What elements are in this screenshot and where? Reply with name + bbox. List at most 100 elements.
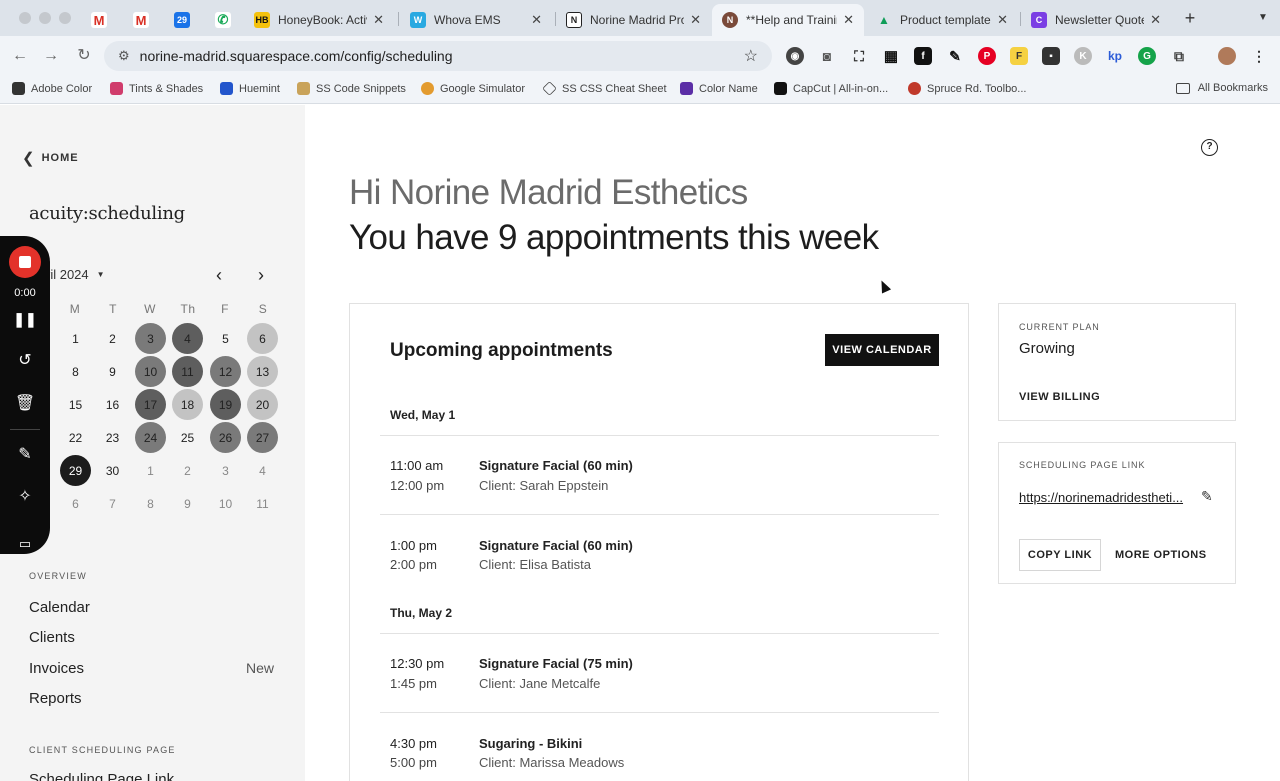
calendar-day[interactable]: 1	[60, 323, 91, 354]
calendar-day[interactable]: 4	[172, 323, 203, 354]
bookmark-ss-css-cheat-sheet[interactable]: SS CSS Cheat Sheet	[542, 81, 667, 96]
close-tab-icon[interactable]: ✕	[843, 12, 854, 28]
calendar-day[interactable]: 15	[60, 389, 91, 420]
calendar-day-today[interactable]: 29	[60, 455, 91, 486]
calendar-day[interactable]: 7	[97, 488, 128, 519]
all-bookmarks[interactable]: All Bookmarks	[1175, 82, 1268, 94]
close-tab-icon[interactable]: ✕	[531, 12, 542, 28]
next-month-icon[interactable]: ›	[258, 265, 264, 286]
extension-icon[interactable]: kp	[1106, 47, 1124, 65]
tab-newsletter[interactable]: C Newsletter Quote ✕	[1021, 4, 1171, 36]
sidebar-item-invoices[interactable]: Invoices	[29, 660, 84, 677]
calendar-day[interactable]: 26	[210, 422, 241, 453]
calendar-day[interactable]: 27	[247, 422, 278, 453]
calendar-day[interactable]: 25	[172, 422, 203, 453]
calendar-day[interactable]: 24	[135, 422, 166, 453]
font-extension-icon[interactable]: f	[914, 47, 932, 65]
back-icon[interactable]: ←	[10, 46, 30, 66]
view-billing-link[interactable]: VIEW BILLING	[1019, 391, 1100, 403]
help-icon[interactable]: ?	[1201, 139, 1218, 156]
calendar-day[interactable]: 20	[247, 389, 278, 420]
extension-icon[interactable]: ▪	[1042, 47, 1060, 65]
home-link[interactable]: ❮ HOME	[22, 149, 79, 167]
previous-month-icon[interactable]: ‹	[216, 265, 222, 286]
new-tab-icon[interactable]: +	[1180, 8, 1200, 29]
calendar-day[interactable]: 3	[210, 455, 241, 486]
address-bar[interactable]: ⚙ norine-madrid.squarespace.com/config/s…	[104, 41, 772, 71]
calendar-day[interactable]: 2	[172, 455, 203, 486]
tab-product-templates[interactable]: ▲ Product template ✕	[866, 4, 1018, 36]
calendar-day[interactable]: 8	[60, 356, 91, 387]
calendar-day[interactable]: 16	[97, 389, 128, 420]
bookmark-ss-code-snippets[interactable]: SS Code Snippets	[297, 82, 406, 95]
fonts-ninja-icon[interactable]: F	[1010, 47, 1028, 65]
calendar-day[interactable]: 8	[135, 488, 166, 519]
tab-gmail[interactable]: M	[82, 4, 116, 36]
grammarly-icon[interactable]: G	[1138, 47, 1156, 65]
calendar-day[interactable]: 9	[172, 488, 203, 519]
edit-pencil-icon[interactable]: ✎	[1201, 488, 1213, 505]
bookmark-spruce-rd[interactable]: Spruce Rd. Toolbo...	[908, 82, 1026, 95]
calendar-day[interactable]: 12	[210, 356, 241, 387]
bookmark-tints-shades[interactable]: Tints & Shades	[110, 82, 203, 95]
bookmark-star-icon[interactable]: ☆	[744, 46, 758, 66]
sidebar-item-scheduling-page-link[interactable]: Scheduling Page Link	[29, 771, 174, 781]
grid-apps-icon[interactable]: ▦	[882, 47, 900, 65]
stop-recording-button[interactable]	[9, 246, 41, 278]
bookmark-adobe-color[interactable]: Adobe Color	[12, 82, 92, 95]
month-selector[interactable]: ril 2024 ▼	[46, 267, 105, 282]
pause-icon[interactable]: ❚❚	[0, 311, 50, 328]
calendar-day[interactable]: 6	[60, 488, 91, 519]
scheduling-page-url[interactable]: https://norinemadridestheti...	[1019, 490, 1197, 505]
bookmark-color-name[interactable]: Color Name	[680, 82, 758, 95]
effects-icon[interactable]: ✧	[0, 486, 50, 506]
close-window-icon[interactable]	[19, 12, 31, 24]
calendar-day[interactable]: 2	[97, 323, 128, 354]
forward-icon[interactable]: →	[41, 46, 61, 66]
bookmark-capcut[interactable]: CapCut | All-in-on...	[774, 82, 888, 95]
site-info-icon[interactable]: ⚙	[118, 48, 130, 64]
calendar-day[interactable]: 6	[247, 323, 278, 354]
trash-icon[interactable]: 🗑	[0, 393, 50, 413]
copy-link-button[interactable]: COPY LINK	[1019, 539, 1101, 571]
sidebar-item-clients[interactable]: Clients	[29, 629, 75, 646]
tab-notion[interactable]: N Norine Madrid Pro ✕	[556, 4, 711, 36]
tab-help-and-training[interactable]: N **Help and Trainin ✕	[712, 4, 864, 36]
maximize-window-icon[interactable]	[59, 12, 71, 24]
calendar-day[interactable]: 13	[247, 356, 278, 387]
profile-avatar-icon[interactable]	[1218, 47, 1236, 65]
close-tab-icon[interactable]: ✕	[1150, 12, 1161, 28]
bookmark-google-simulator[interactable]: Google Simulator	[421, 82, 525, 95]
calendar-day[interactable]: 11	[247, 488, 278, 519]
calendar-day[interactable]: 10	[210, 488, 241, 519]
close-tab-icon[interactable]: ✕	[690, 12, 701, 28]
calendar-day[interactable]: 5	[210, 323, 241, 354]
eyedropper-icon[interactable]: ✎	[946, 47, 964, 65]
calendar-day[interactable]: 17	[135, 389, 166, 420]
tab-whova[interactable]: W Whova EMS ✕	[400, 4, 552, 36]
sidebar-item-calendar[interactable]: Calendar	[29, 599, 90, 616]
tab-gmail-2[interactable]: M	[124, 4, 158, 36]
browser-menu-icon[interactable]: ⋮	[1250, 47, 1268, 65]
screen-capture-icon[interactable]: ⛶	[850, 47, 868, 65]
pinterest-icon[interactable]: P	[978, 47, 996, 65]
reload-icon[interactable]: ↻	[74, 46, 94, 66]
tab-honeybook[interactable]: HB HoneyBook: Activ ✕	[244, 4, 394, 36]
close-tab-icon[interactable]: ✕	[373, 12, 384, 28]
calendar-day[interactable]: 9	[97, 356, 128, 387]
pen-icon[interactable]: ✎	[0, 444, 50, 464]
calendar-day[interactable]: 19	[210, 389, 241, 420]
extensions-puzzle-icon[interactable]: ⧉	[1170, 47, 1188, 65]
tab-google-calendar[interactable]: 29	[165, 4, 199, 36]
calendar-day[interactable]: 23	[97, 422, 128, 453]
calendar-day[interactable]: 4	[247, 455, 278, 486]
camera-icon[interactable]: ◙	[818, 47, 836, 65]
camera-icon[interactable]: ▭	[0, 536, 50, 552]
restart-icon[interactable]: ↺	[0, 350, 50, 370]
sidebar-item-reports[interactable]: Reports	[29, 690, 82, 707]
minimize-window-icon[interactable]	[39, 12, 51, 24]
calendar-day[interactable]: 30	[97, 455, 128, 486]
more-options-button[interactable]: MORE OPTIONS	[1115, 549, 1207, 561]
calendar-day[interactable]: 11	[172, 356, 203, 387]
calendar-day[interactable]: 3	[135, 323, 166, 354]
